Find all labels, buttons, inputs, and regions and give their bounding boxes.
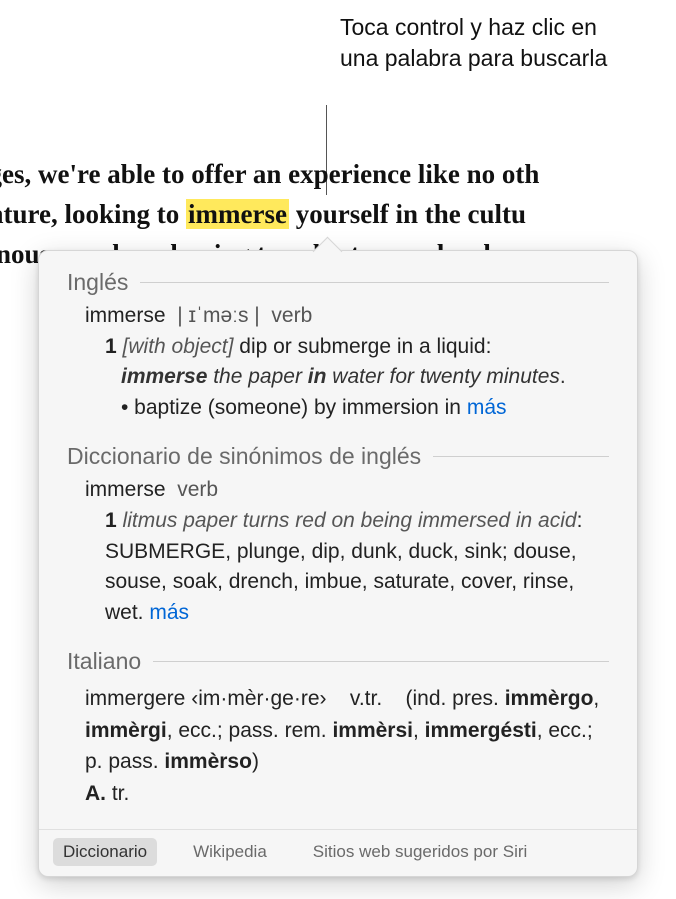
example-mid: the paper — [207, 365, 307, 388]
italian-sense-letter: A. — [85, 782, 106, 805]
body-line-2-post: yourself in the cultu — [289, 199, 526, 229]
thesaurus-headword: immerse — [85, 478, 166, 501]
sub-sense-text: • baptize (someone) by immersion in — [121, 396, 467, 419]
example-post: water for twenty minutes — [326, 365, 559, 388]
more-link-english[interactable]: más — [467, 396, 507, 419]
section-header-english: Inglés — [67, 269, 609, 296]
lookup-popover: Inglés immerse | ɪˈməːs | verb 1 [with o… — [38, 250, 638, 877]
english-pronunciation: | ɪˈməːs | — [177, 304, 260, 327]
english-headword: immerse — [85, 304, 166, 327]
example-bold-2: in — [308, 365, 327, 388]
italian-conj-2b: immergésti — [425, 719, 537, 742]
section-header-italian: Italiano — [67, 648, 609, 675]
synonym-caps: SUBMERGE — [105, 540, 225, 563]
english-definition-block: 1 [with object] dip or submerge in a liq… — [85, 332, 609, 423]
body-line-1: ckages, we're able to offer an experienc… — [0, 159, 539, 189]
italian-conj-1a: immèrgo — [505, 687, 594, 710]
english-sub-sense: • baptize (someone) by immersion in más — [105, 393, 609, 423]
thesaurus-entry: immerse verb 1 litmus paper turns red on… — [67, 478, 609, 628]
italian-sense-pos: tr. — [112, 782, 130, 805]
section-title-thesaurus: Diccionario de sinónimos de inglés — [67, 443, 421, 470]
english-example: immerse the paper in water for twenty mi… — [105, 362, 609, 392]
tab-siri-websites[interactable]: Sitios web sugeridos por Siri — [303, 838, 537, 866]
section-rule — [153, 661, 609, 662]
tab-dictionary[interactable]: Diccionario — [53, 838, 157, 866]
italian-conj-2a: immèrsi — [332, 719, 413, 742]
section-english: Inglés immerse | ɪˈməːs | verb 1 [with o… — [39, 269, 637, 443]
section-italian: Italiano immergere ‹im·mèr·ge·re› v.tr. … — [39, 648, 637, 829]
english-pos: verb — [271, 304, 312, 327]
example-bold-1: immerse — [121, 365, 207, 388]
italian-ecc-1: ecc.; pass. rem. — [178, 719, 326, 742]
more-link-thesaurus[interactable]: más — [149, 601, 189, 624]
italian-pos: v.tr. — [350, 687, 382, 710]
italian-close-paren: ) — [252, 750, 259, 773]
thesaurus-pos: verb — [177, 478, 218, 501]
italian-conj-1b: immèrgi — [85, 719, 167, 742]
grammar-note: [with object] — [123, 335, 234, 358]
italian-conj-label-1: (ind. pres. — [406, 687, 499, 710]
tab-wikipedia[interactable]: Wikipedia — [183, 838, 277, 866]
section-thesaurus: Diccionario de sinónimos de inglés immer… — [39, 443, 637, 648]
italian-entry: immergere ‹im·mèr·ge·re› v.tr. (ind. pre… — [67, 683, 609, 809]
highlighted-word[interactable]: immerse — [186, 199, 289, 229]
section-title-english: Inglés — [67, 269, 128, 296]
thesaurus-def-block: 1 litmus paper turns red on being immers… — [85, 506, 609, 628]
callout-text: Toca control y haz clic en una palabra p… — [340, 12, 620, 74]
section-header-thesaurus: Diccionario de sinónimos de inglés — [67, 443, 609, 470]
def-number: 1 — [105, 335, 117, 358]
english-entry: immerse | ɪˈməːs | verb 1 [with object] … — [67, 304, 609, 423]
thesaurus-headword-line: immerse verb — [85, 478, 609, 502]
italian-conj-3: immèrso — [164, 750, 252, 773]
popover-tabbar: Diccionario Wikipedia Sitios web sugerid… — [39, 829, 637, 876]
english-headword-line: immerse | ɪˈməːs | verb — [85, 304, 609, 328]
section-rule — [140, 282, 609, 283]
definition-text: dip or submerge in a liquid: — [239, 335, 491, 358]
section-title-italian: Italiano — [67, 648, 141, 675]
thesaurus-def-number: 1 — [105, 509, 117, 532]
section-rule — [433, 456, 609, 457]
italian-headword: immergere — [85, 687, 185, 710]
example-period: . — [560, 365, 566, 388]
italian-syllables: ‹im·mèr·ge·re› — [191, 687, 326, 710]
thesaurus-colon: : — [577, 509, 583, 532]
thesaurus-example: litmus paper turns red on being immersed… — [123, 509, 577, 532]
body-line-2-pre: dventure, looking to — [0, 199, 186, 229]
